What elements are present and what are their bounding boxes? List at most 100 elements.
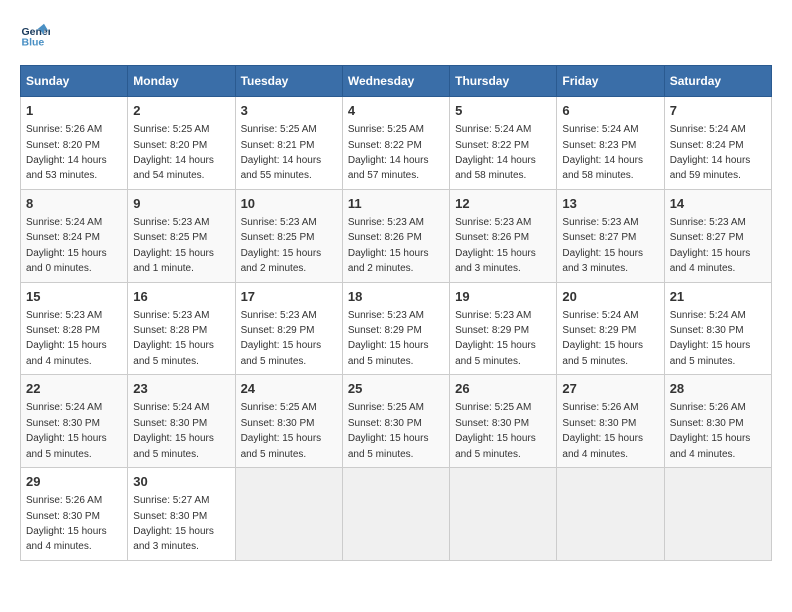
calendar-cell: 5 Sunrise: 5:24 AMSunset: 8:22 PMDayligh… xyxy=(450,97,557,190)
calendar-cell: 13 Sunrise: 5:23 AMSunset: 8:27 PMDaylig… xyxy=(557,189,664,282)
day-info: Sunrise: 5:23 AMSunset: 8:29 PMDaylight:… xyxy=(241,310,322,367)
svg-text:Blue: Blue xyxy=(22,37,45,49)
day-info: Sunrise: 5:25 AMSunset: 8:20 PMDaylight:… xyxy=(133,124,214,181)
calendar-week-2: 8 Sunrise: 5:24 AMSunset: 8:24 PMDayligh… xyxy=(21,189,772,282)
calendar-cell: 24 Sunrise: 5:25 AMSunset: 8:30 PMDaylig… xyxy=(235,375,342,468)
logo: General Blue xyxy=(20,20,50,50)
day-number: 6 xyxy=(562,102,658,120)
day-number: 17 xyxy=(241,288,337,306)
calendar-cell: 28 Sunrise: 5:26 AMSunset: 8:30 PMDaylig… xyxy=(664,375,771,468)
calendar-week-4: 22 Sunrise: 5:24 AMSunset: 8:30 PMDaylig… xyxy=(21,375,772,468)
day-number: 4 xyxy=(348,102,444,120)
day-number: 5 xyxy=(455,102,551,120)
day-info: Sunrise: 5:26 AMSunset: 8:20 PMDaylight:… xyxy=(26,124,107,181)
calendar-cell xyxy=(664,468,771,561)
day-number: 20 xyxy=(562,288,658,306)
calendar-cell: 16 Sunrise: 5:23 AMSunset: 8:28 PMDaylig… xyxy=(128,282,235,375)
day-info: Sunrise: 5:23 AMSunset: 8:26 PMDaylight:… xyxy=(455,217,536,274)
calendar-cell: 21 Sunrise: 5:24 AMSunset: 8:30 PMDaylig… xyxy=(664,282,771,375)
day-info: Sunrise: 5:26 AMSunset: 8:30 PMDaylight:… xyxy=(562,402,643,459)
calendar-cell xyxy=(557,468,664,561)
day-number: 2 xyxy=(133,102,229,120)
day-info: Sunrise: 5:27 AMSunset: 8:30 PMDaylight:… xyxy=(133,495,214,552)
day-info: Sunrise: 5:25 AMSunset: 8:21 PMDaylight:… xyxy=(241,124,322,181)
day-number: 19 xyxy=(455,288,551,306)
day-info: Sunrise: 5:25 AMSunset: 8:30 PMDaylight:… xyxy=(241,402,322,459)
day-number: 22 xyxy=(26,380,122,398)
day-info: Sunrise: 5:24 AMSunset: 8:23 PMDaylight:… xyxy=(562,124,643,181)
day-number: 28 xyxy=(670,380,766,398)
day-number: 18 xyxy=(348,288,444,306)
day-info: Sunrise: 5:26 AMSunset: 8:30 PMDaylight:… xyxy=(26,495,107,552)
calendar-cell xyxy=(342,468,449,561)
day-number: 8 xyxy=(26,195,122,213)
day-info: Sunrise: 5:26 AMSunset: 8:30 PMDaylight:… xyxy=(670,402,751,459)
day-info: Sunrise: 5:23 AMSunset: 8:25 PMDaylight:… xyxy=(241,217,322,274)
calendar-cell: 18 Sunrise: 5:23 AMSunset: 8:29 PMDaylig… xyxy=(342,282,449,375)
calendar-cell: 10 Sunrise: 5:23 AMSunset: 8:25 PMDaylig… xyxy=(235,189,342,282)
calendar-cell: 7 Sunrise: 5:24 AMSunset: 8:24 PMDayligh… xyxy=(664,97,771,190)
calendar-cell: 6 Sunrise: 5:24 AMSunset: 8:23 PMDayligh… xyxy=(557,97,664,190)
calendar-cell: 4 Sunrise: 5:25 AMSunset: 8:22 PMDayligh… xyxy=(342,97,449,190)
day-info: Sunrise: 5:24 AMSunset: 8:30 PMDaylight:… xyxy=(26,402,107,459)
day-number: 27 xyxy=(562,380,658,398)
day-number: 11 xyxy=(348,195,444,213)
calendar-cell: 26 Sunrise: 5:25 AMSunset: 8:30 PMDaylig… xyxy=(450,375,557,468)
day-info: Sunrise: 5:23 AMSunset: 8:29 PMDaylight:… xyxy=(455,310,536,367)
calendar-cell: 29 Sunrise: 5:26 AMSunset: 8:30 PMDaylig… xyxy=(21,468,128,561)
day-number: 1 xyxy=(26,102,122,120)
day-info: Sunrise: 5:24 AMSunset: 8:24 PMDaylight:… xyxy=(26,217,107,274)
day-info: Sunrise: 5:24 AMSunset: 8:30 PMDaylight:… xyxy=(670,310,751,367)
calendar-cell: 20 Sunrise: 5:24 AMSunset: 8:29 PMDaylig… xyxy=(557,282,664,375)
day-info: Sunrise: 5:24 AMSunset: 8:22 PMDaylight:… xyxy=(455,124,536,181)
day-number: 3 xyxy=(241,102,337,120)
day-number: 30 xyxy=(133,473,229,491)
day-number: 10 xyxy=(241,195,337,213)
calendar-cell: 12 Sunrise: 5:23 AMSunset: 8:26 PMDaylig… xyxy=(450,189,557,282)
day-number: 26 xyxy=(455,380,551,398)
header-day-wednesday: Wednesday xyxy=(342,66,449,97)
day-info: Sunrise: 5:24 AMSunset: 8:29 PMDaylight:… xyxy=(562,310,643,367)
day-number: 15 xyxy=(26,288,122,306)
day-info: Sunrise: 5:24 AMSunset: 8:24 PMDaylight:… xyxy=(670,124,751,181)
calendar-week-5: 29 Sunrise: 5:26 AMSunset: 8:30 PMDaylig… xyxy=(21,468,772,561)
calendar-table: SundayMondayTuesdayWednesdayThursdayFrid… xyxy=(20,65,772,561)
header-row: SundayMondayTuesdayWednesdayThursdayFrid… xyxy=(21,66,772,97)
calendar-cell: 9 Sunrise: 5:23 AMSunset: 8:25 PMDayligh… xyxy=(128,189,235,282)
calendar-cell: 11 Sunrise: 5:23 AMSunset: 8:26 PMDaylig… xyxy=(342,189,449,282)
day-number: 23 xyxy=(133,380,229,398)
day-number: 14 xyxy=(670,195,766,213)
calendar-cell: 17 Sunrise: 5:23 AMSunset: 8:29 PMDaylig… xyxy=(235,282,342,375)
day-info: Sunrise: 5:25 AMSunset: 8:30 PMDaylight:… xyxy=(455,402,536,459)
calendar-cell: 14 Sunrise: 5:23 AMSunset: 8:27 PMDaylig… xyxy=(664,189,771,282)
header-day-sunday: Sunday xyxy=(21,66,128,97)
calendar-cell xyxy=(235,468,342,561)
calendar-cell: 15 Sunrise: 5:23 AMSunset: 8:28 PMDaylig… xyxy=(21,282,128,375)
day-info: Sunrise: 5:23 AMSunset: 8:26 PMDaylight:… xyxy=(348,217,429,274)
day-info: Sunrise: 5:23 AMSunset: 8:25 PMDaylight:… xyxy=(133,217,214,274)
calendar-cell: 19 Sunrise: 5:23 AMSunset: 8:29 PMDaylig… xyxy=(450,282,557,375)
header-day-thursday: Thursday xyxy=(450,66,557,97)
day-info: Sunrise: 5:25 AMSunset: 8:30 PMDaylight:… xyxy=(348,402,429,459)
calendar-cell: 27 Sunrise: 5:26 AMSunset: 8:30 PMDaylig… xyxy=(557,375,664,468)
page-header: General Blue xyxy=(20,20,772,50)
day-number: 24 xyxy=(241,380,337,398)
header-day-friday: Friday xyxy=(557,66,664,97)
day-number: 25 xyxy=(348,380,444,398)
logo-icon: General Blue xyxy=(20,20,50,50)
calendar-cell: 1 Sunrise: 5:26 AMSunset: 8:20 PMDayligh… xyxy=(21,97,128,190)
calendar-cell: 8 Sunrise: 5:24 AMSunset: 8:24 PMDayligh… xyxy=(21,189,128,282)
calendar-cell: 30 Sunrise: 5:27 AMSunset: 8:30 PMDaylig… xyxy=(128,468,235,561)
day-info: Sunrise: 5:23 AMSunset: 8:27 PMDaylight:… xyxy=(562,217,643,274)
day-number: 12 xyxy=(455,195,551,213)
calendar-cell: 2 Sunrise: 5:25 AMSunset: 8:20 PMDayligh… xyxy=(128,97,235,190)
header-day-monday: Monday xyxy=(128,66,235,97)
day-number: 7 xyxy=(670,102,766,120)
day-info: Sunrise: 5:23 AMSunset: 8:27 PMDaylight:… xyxy=(670,217,751,274)
header-day-tuesday: Tuesday xyxy=(235,66,342,97)
day-number: 9 xyxy=(133,195,229,213)
calendar-week-3: 15 Sunrise: 5:23 AMSunset: 8:28 PMDaylig… xyxy=(21,282,772,375)
day-number: 16 xyxy=(133,288,229,306)
calendar-cell xyxy=(450,468,557,561)
day-info: Sunrise: 5:24 AMSunset: 8:30 PMDaylight:… xyxy=(133,402,214,459)
